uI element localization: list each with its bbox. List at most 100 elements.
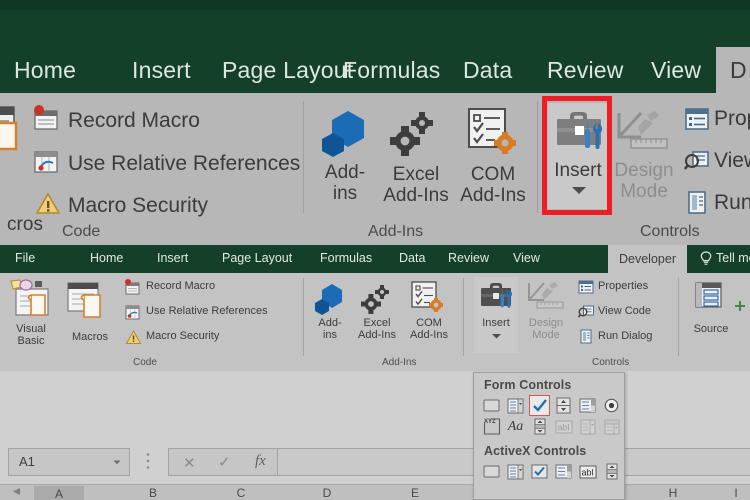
use-relative-references-icon-2[interactable] <box>124 304 141 321</box>
magnified-tab-page-layout[interactable]: Page Layout <box>222 57 353 84</box>
check-box-activex[interactable] <box>529 461 550 482</box>
properties-icon[interactable] <box>684 106 710 132</box>
tab-insert[interactable]: Insert <box>157 251 188 265</box>
properties-label-2[interactable]: Properties <box>598 280 648 292</box>
macro-security-label[interactable]: Macro Security <box>68 194 208 218</box>
run-dialog-label[interactable]: Run <box>714 191 750 215</box>
properties-label[interactable]: Prop <box>714 107 750 131</box>
column-header-h[interactable]: H <box>648 486 698 500</box>
name-box-value: A1 <box>19 454 35 469</box>
macro-security-icon-2[interactable] <box>125 329 142 346</box>
add-ins-label[interactable]: Add-ins <box>315 162 375 204</box>
xml-source-label[interactable]: Source <box>688 323 734 335</box>
insert-function-icon[interactable]: fx <box>255 453 266 470</box>
macro-security-icon[interactable] <box>34 190 62 218</box>
magnified-tab-data[interactable]: Data <box>463 57 512 84</box>
run-dialog-icon-2[interactable] <box>578 329 594 345</box>
visual-basic-line2: Basic <box>17 335 45 348</box>
insert-controls-icon-2[interactable] <box>478 281 515 312</box>
excel-add-ins-icon-2[interactable] <box>359 283 393 315</box>
text-box-activex[interactable]: abl <box>577 461 598 482</box>
properties-icon-2[interactable] <box>578 279 594 295</box>
label-control[interactable]: Aa <box>505 416 526 437</box>
tab-file[interactable]: File <box>15 251 35 265</box>
tab-developer[interactable]: Developer <box>608 245 687 273</box>
use-relative-references-label[interactable]: Use Relative References <box>68 152 300 176</box>
check-box-control[interactable] <box>529 395 550 416</box>
column-header-e[interactable]: E <box>390 486 440 500</box>
button-control[interactable] <box>481 395 502 416</box>
visual-basic-icon[interactable] <box>8 279 54 321</box>
tell-me-label[interactable]: Tell me <box>716 251 750 265</box>
magnified-tab-home[interactable]: Home <box>14 57 76 84</box>
column-header-c[interactable]: C <box>216 486 266 500</box>
com-add-ins-icon[interactable] <box>465 107 517 159</box>
record-macro-label[interactable]: Record Macro <box>68 109 200 133</box>
record-macro-label-2[interactable]: Record Macro <box>146 280 215 292</box>
run-dialog-label-2[interactable]: Run Dialog <box>598 330 652 342</box>
com-add-ins-icon-2[interactable] <box>410 281 446 315</box>
formula-bar[interactable]: ✕ ✓ fx <box>168 448 750 476</box>
group-box-control[interactable]: XYZ <box>481 416 502 437</box>
magnified-tab-review[interactable]: Review <box>547 57 624 84</box>
combo-box-control[interactable] <box>505 395 526 416</box>
tab-data[interactable]: Data <box>399 251 425 265</box>
name-box[interactable]: A1 <box>8 448 130 476</box>
magnified-tab-formulas[interactable]: Formulas <box>343 57 440 84</box>
command-button-control[interactable] <box>481 461 502 482</box>
formula-cancel-icon[interactable]: ✕ <box>183 454 196 472</box>
spin-button-control[interactable] <box>553 395 574 416</box>
column-header-b[interactable]: B <box>128 486 178 500</box>
select-all-corner-icon[interactable] <box>12 487 21 496</box>
view-code-label-2[interactable]: View Code <box>598 305 651 317</box>
design-mode-icon-2 <box>526 281 566 313</box>
com-add-ins-label[interactable]: COM Add-Ins <box>455 164 531 206</box>
record-macro-icon[interactable] <box>32 105 60 133</box>
tab-review[interactable]: Review <box>448 251 489 265</box>
formula-enter-icon[interactable]: ✓ <box>218 453 231 471</box>
macros-icon[interactable] <box>66 281 112 321</box>
xml-expand-icon[interactable] <box>733 299 747 313</box>
option-button-control[interactable] <box>601 395 622 416</box>
scroll-bar-control[interactable] <box>529 416 550 437</box>
macros-label[interactable]: Macros <box>62 331 118 343</box>
tab-page-layout[interactable]: Page Layout <box>222 251 292 265</box>
tab-formulas[interactable]: Formulas <box>320 251 372 265</box>
record-macro-icon-2[interactable] <box>124 279 141 296</box>
magnified-tab-view[interactable]: View <box>651 57 701 84</box>
view-code-icon[interactable] <box>684 148 710 174</box>
column-header-i[interactable]: I <box>716 486 750 500</box>
view-code-label[interactable]: View <box>714 149 750 173</box>
insert-button-label-2[interactable]: Insert <box>474 317 518 329</box>
magnified-group-divider-1 <box>303 101 304 213</box>
excel-add-ins-label[interactable]: Excel Add-Ins <box>378 164 454 206</box>
column-header-d[interactable]: D <box>302 486 352 500</box>
insert-controls-dropdown-menu[interactable]: Form Controls XYZ Aa abl ActiveX Control… <box>473 372 625 500</box>
list-box-activex[interactable] <box>553 461 574 482</box>
tab-home[interactable]: Home <box>90 251 123 265</box>
add-ins-icon-2[interactable] <box>313 282 347 316</box>
list-box-control[interactable] <box>577 395 598 416</box>
xml-source-icon[interactable] <box>694 281 726 313</box>
column-header-a[interactable]: A <box>34 486 84 500</box>
insert-dropdown-arrow-icon-2[interactable] <box>491 333 502 339</box>
use-relative-references-label-2[interactable]: Use Relative References <box>146 305 268 317</box>
com-add-ins-label-2[interactable]: COM Add-Ins <box>404 317 454 342</box>
macro-security-label-2[interactable]: Macro Security <box>146 330 219 342</box>
view-code-icon-2[interactable] <box>578 304 594 320</box>
add-ins-icon[interactable] <box>318 107 372 161</box>
use-relative-references-icon[interactable] <box>32 148 60 176</box>
excel-add-ins-icon[interactable] <box>388 109 440 161</box>
combo-box-activex[interactable] <box>505 461 526 482</box>
excel-add-ins-label-2[interactable]: Excel Add-Ins <box>352 317 402 342</box>
tab-view[interactable]: View <box>513 251 540 265</box>
add-ins-label-2[interactable]: Add-ins <box>310 317 350 342</box>
run-dialog-icon[interactable] <box>684 190 710 216</box>
name-box-dropdown-arrow-icon[interactable] <box>113 460 121 465</box>
scroll-bar-activex[interactable] <box>601 461 622 482</box>
magnified-macros-icon[interactable] <box>0 103 34 165</box>
visual-basic-label[interactable]: Visual Basic <box>2 323 60 348</box>
magnified-tab-insert[interactable]: Insert <box>132 57 191 84</box>
magnified-tab-developer[interactable]: D <box>716 47 750 93</box>
tell-me-lightbulb-icon[interactable] <box>700 251 712 266</box>
